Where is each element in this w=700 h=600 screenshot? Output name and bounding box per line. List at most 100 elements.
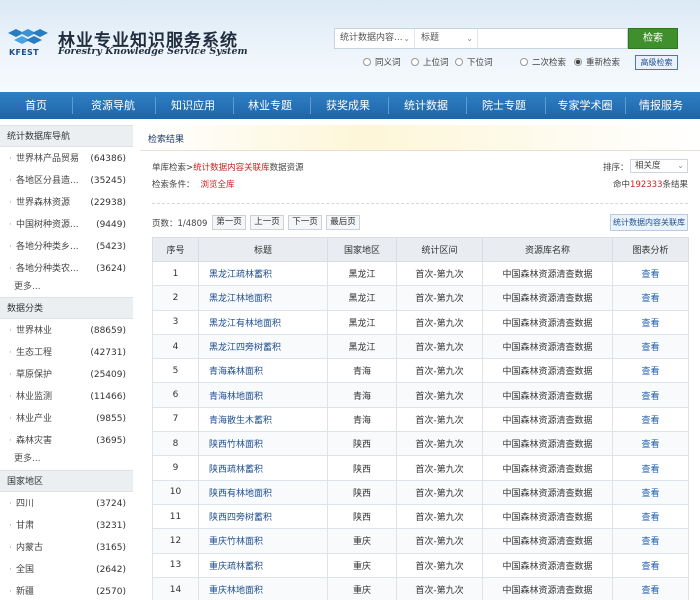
nav-intelligence-service[interactable]: 情报服务 [628,92,694,119]
row-database: 中国森林资源清查数据 [482,358,613,384]
nav-forestry-topics[interactable]: 林业专题 [237,92,303,119]
row-index: 14 [152,576,199,600]
row-database: 中国森林资源清查数据 [482,285,613,311]
row-view-link[interactable]: 查看 [612,358,689,384]
row-view-link[interactable]: 查看 [612,479,689,505]
sort-select[interactable]: 相关度 ⌄ [630,159,688,173]
sidebar-item-category[interactable]: · 草原保护 (25409) [0,364,133,386]
prev-page-button[interactable]: 上一页 [250,215,284,230]
sidebar-item-db[interactable]: · 各地区分县造... (35245) [0,170,133,192]
row-view-link[interactable]: 查看 [612,333,689,360]
sidebar-item-region[interactable]: · 甘肃 (3231) [0,515,133,537]
sidebar-item-category[interactable]: · 林业产业 (9855) [0,408,133,430]
mode-new-search[interactable]: 重新检索 [574,56,620,68]
row-title-link[interactable]: 青海森林面积 [198,358,328,384]
row-title-link[interactable]: 陕西有林地面积 [198,479,328,505]
nav-knowledge-application[interactable]: 知识应用 [160,92,226,119]
row-view-link[interactable]: 查看 [612,382,689,408]
sidebar-item-region[interactable]: · 四川 (3724) [0,493,133,515]
sidebar: 统计数据库导航 · 世界林产品贸易 (64386) · 各地区分县造... (35245… [0,125,133,600]
row-region: 陕西 [327,479,397,505]
sidebar-item-db[interactable]: · 各地分种类乡... (5423) [0,236,133,258]
row-title-link[interactable]: 陕西四旁树蓄积 [198,503,328,530]
row-view-link[interactable]: 查看 [612,528,689,554]
nav-awards[interactable]: 获奖成果 [315,92,381,119]
row-region: 陕西 [327,503,397,530]
option-synonym[interactable]: 同义词 [363,56,401,68]
row-title-link[interactable]: 黑龙江四旁树蓄积 [198,333,328,360]
first-page-button[interactable]: 第一页 [212,215,246,230]
sort-label: 排序： [603,163,629,173]
row-index: 3 [152,309,199,335]
row-view-link[interactable]: 查看 [612,406,689,433]
col-header: 图表分析 [612,237,689,262]
row-period: 首次-第九次 [396,479,483,505]
advanced-search-button[interactable]: 高级检索 [635,55,678,70]
nav-expert-circle[interactable]: 专家学术圈 [548,92,622,119]
last-page-button[interactable]: 最后页 [326,215,360,230]
sidebar-item-region[interactable]: · 全国 (2642) [0,559,133,581]
next-page-button[interactable]: 下一页 [288,215,322,230]
row-region: 重庆 [327,576,397,600]
search-field-select[interactable]: 标题 ⌄ [416,29,478,48]
nav-resource-navigation[interactable]: 资源导航 [80,92,146,119]
sidebar-item-db[interactable]: · 中国树种资源... (9449) [0,214,133,236]
sidebar-item-category[interactable]: · 生态工程 (42731) [0,342,133,364]
col-header: 统计区间 [396,237,483,262]
row-view-link[interactable]: 查看 [612,309,689,335]
row-view-link[interactable]: 查看 [612,455,689,481]
search-scope-select[interactable]: 统计数据内容... ⌄ [335,29,415,48]
tab-search-results[interactable]: 检索结果 [148,132,184,145]
sidebar-item-db[interactable]: · 世界林产品贸易 (64386) [0,148,133,170]
sidebar-item-category[interactable]: · 林业监测 (11466) [0,386,133,408]
table-row: 2 黑龙江林地面积 黑龙江 首次-第九次 中国森林资源清查数据 查看 [152,285,689,311]
row-period: 首次-第九次 [396,576,483,600]
row-title-link[interactable]: 重庆疏林蓄积 [198,552,328,578]
sidebar-item-db[interactable]: · 世界森林资源 (22938) [0,192,133,214]
row-view-link[interactable]: 查看 [612,260,689,287]
row-title-link[interactable]: 黑龙江疏林蓄积 [198,260,328,287]
row-title-link[interactable]: 重庆林地面积 [198,576,328,600]
database-link-button[interactable]: 统计数据内容关联库 [610,214,688,231]
row-title-link[interactable]: 青海林地面积 [198,382,328,408]
row-title-link[interactable]: 陕西竹林面积 [198,431,328,457]
row-period: 首次-第九次 [396,503,483,530]
sidebar-more-link[interactable]: 更多... [14,276,41,298]
row-title-link[interactable]: 青海散生木蓄积 [198,406,328,433]
option-narrower[interactable]: 下位词 [455,56,493,68]
table-row: 1 黑龙江疏林蓄积 黑龙江 首次-第九次 中国森林资源清查数据 查看 [152,260,689,287]
chevron-down-icon: ⌄ [403,34,410,43]
col-header: 序号 [152,237,199,262]
row-database: 中国森林资源清查数据 [482,406,613,433]
row-title-link[interactable]: 黑龙江林地面积 [198,285,328,311]
row-title-link[interactable]: 重庆竹林面积 [198,528,328,554]
sidebar-heading-region: 国家地区 [0,470,133,492]
row-database: 中国森林资源清查数据 [482,479,613,505]
search-button[interactable]: 检索 [628,28,678,49]
nav-statistics[interactable]: 统计数据 [393,92,459,119]
table-row: 14 重庆林地面积 重庆 首次-第九次 中国森林资源清查数据 查看 [152,576,689,600]
sidebar-item-region[interactable]: · 内蒙古 (3165) [0,537,133,559]
row-view-link[interactable]: 查看 [612,552,689,578]
search-condition-value: 浏览全库 [200,180,235,190]
row-database: 中国森林资源清查数据 [482,260,613,287]
sidebar-item-region[interactable]: · 新疆 (2570) [0,581,133,600]
search-condition: 检索条件： 浏览全库 [152,180,235,190]
breadcrumb-database-link[interactable]: 统计数据内容关联库 [193,163,270,173]
sidebar-item-category[interactable]: · 世界林业 (88659) [0,320,133,342]
row-period: 首次-第九次 [396,528,483,554]
nav-home[interactable]: 首页 [10,92,62,119]
row-view-link[interactable]: 查看 [612,503,689,530]
chevron-down-icon: ⌄ [466,34,473,43]
search-input[interactable] [478,29,627,48]
row-view-link[interactable]: 查看 [612,285,689,311]
row-title-link[interactable]: 陕西疏林蓄积 [198,455,328,481]
sidebar-more-link[interactable]: 更多... [14,448,41,470]
row-view-link[interactable]: 查看 [612,431,689,457]
mode-secondary-search[interactable]: 二次检索 [520,56,566,68]
nav-academicians[interactable]: 院士专题 [471,92,537,119]
row-view-link[interactable]: 查看 [612,576,689,600]
row-title-link[interactable]: 黑龙江有林地面积 [198,309,328,335]
row-region: 黑龙江 [327,309,397,335]
option-broader[interactable]: 上位词 [411,56,449,68]
